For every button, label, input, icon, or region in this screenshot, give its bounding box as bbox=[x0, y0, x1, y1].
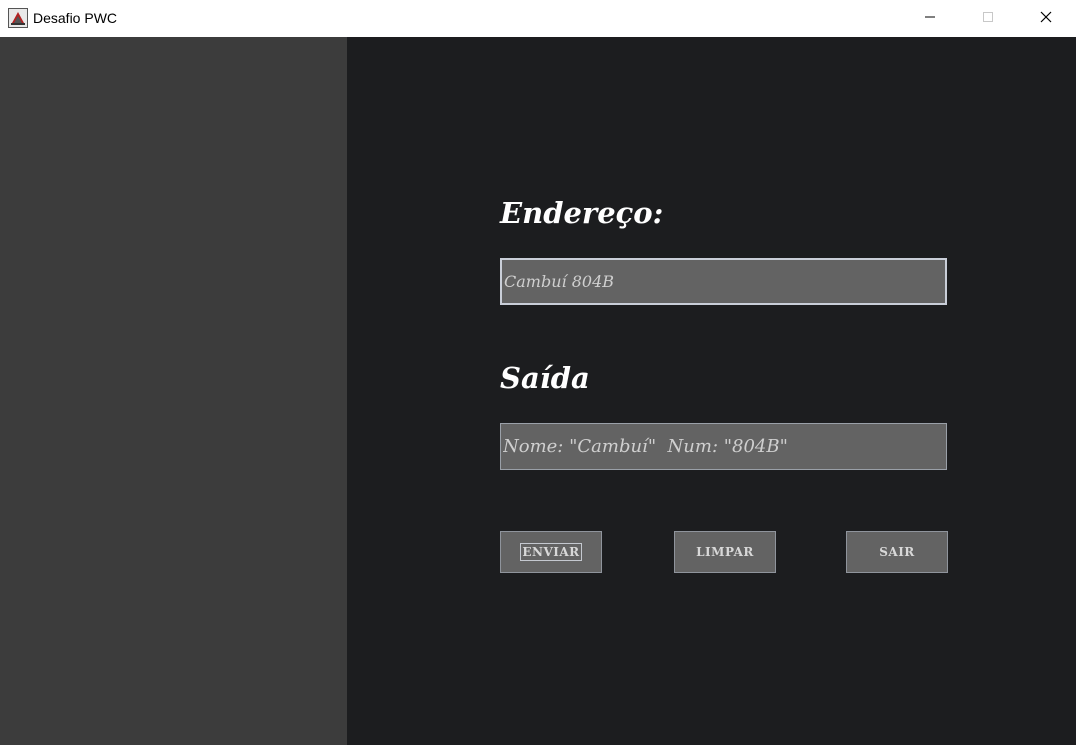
clear-button-label: LIMPAR bbox=[696, 545, 754, 559]
main-form-panel bbox=[347, 37, 1076, 745]
close-icon bbox=[1040, 10, 1052, 28]
window-titlebar: Desafio PWC bbox=[0, 0, 1076, 37]
send-button-label: ENVIAR bbox=[520, 543, 582, 561]
java-app-icon bbox=[8, 8, 28, 28]
address-input[interactable] bbox=[500, 258, 947, 305]
left-side-panel bbox=[0, 37, 347, 745]
output-field[interactable] bbox=[500, 423, 947, 470]
minimize-button[interactable] bbox=[901, 0, 959, 37]
maximize-button[interactable] bbox=[959, 0, 1017, 37]
close-button[interactable] bbox=[1017, 0, 1075, 37]
output-label: Saída bbox=[500, 361, 590, 395]
exit-button[interactable]: SAIR bbox=[846, 531, 948, 573]
clear-button[interactable]: LIMPAR bbox=[674, 531, 776, 573]
minimize-icon bbox=[924, 10, 936, 28]
address-label: Endereço: bbox=[500, 196, 664, 230]
send-button[interactable]: ENVIAR bbox=[500, 531, 602, 573]
maximize-icon bbox=[982, 10, 994, 28]
exit-button-label: SAIR bbox=[879, 545, 915, 559]
window-title: Desafio PWC bbox=[33, 10, 118, 26]
